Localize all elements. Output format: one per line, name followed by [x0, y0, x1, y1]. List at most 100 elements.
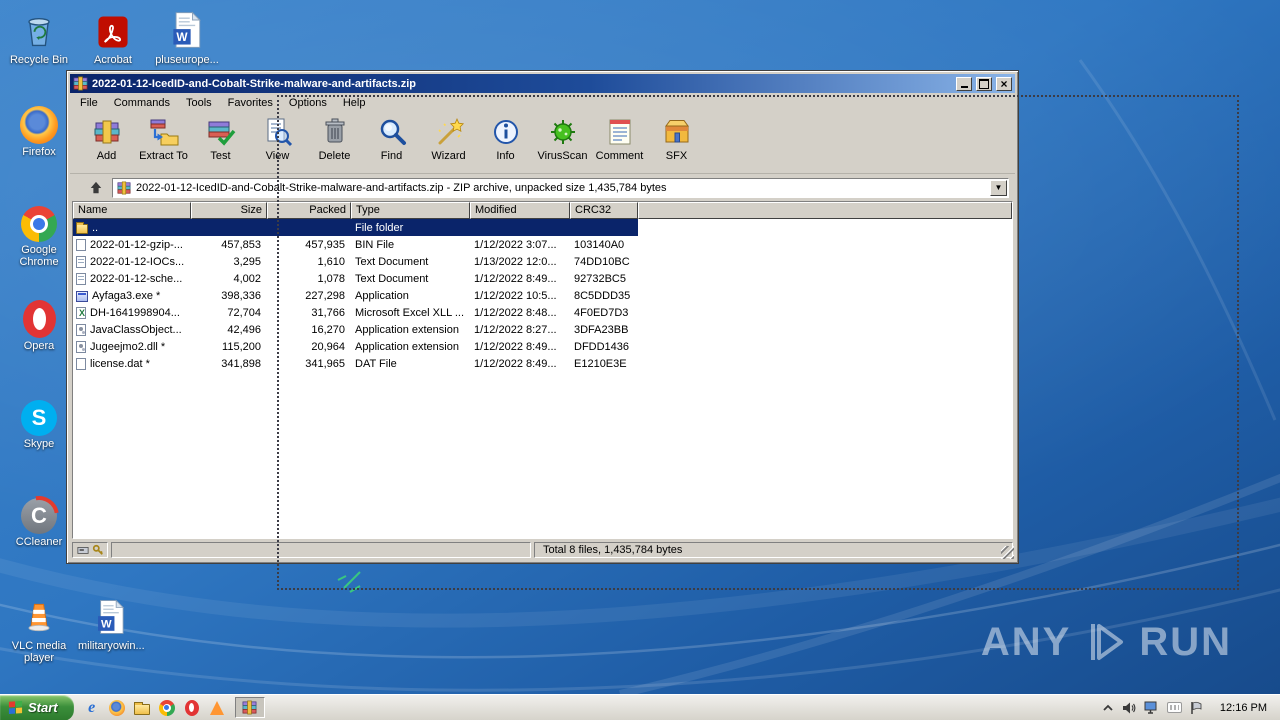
add-archive-icon: [94, 120, 119, 144]
desktop-icon-skype[interactable]: Skype: [6, 390, 72, 450]
desktop-icon-militaryowin[interactable]: W militaryowin...: [78, 592, 145, 652]
file-row[interactable]: 2022-01-12-sche... 4,002 1,078 Text Docu…: [73, 270, 638, 287]
menu-file[interactable]: File: [72, 95, 106, 111]
toolbar-label: SFX: [665, 150, 688, 162]
column-header-size[interactable]: Size: [191, 202, 267, 219]
extract-to-icon: [150, 119, 178, 146]
dat-file-icon: [76, 357, 86, 370]
desktop-icon-ccleaner[interactable]: CCleaner: [6, 488, 72, 548]
menu-tools[interactable]: Tools: [178, 95, 220, 111]
desktop-icon-label: Recycle Bin: [9, 54, 69, 66]
menu-options[interactable]: Options: [281, 95, 335, 111]
folder-quicklaunch-icon[interactable]: [133, 699, 151, 717]
file-name-cell: license.dat *: [73, 357, 191, 370]
internet-explorer-icon[interactable]: e: [83, 699, 101, 717]
file-modified-cell: 1/12/2022 8:27...: [474, 323, 557, 336]
wizard-button[interactable]: Wizard: [420, 115, 477, 162]
notification-flag-icon[interactable]: [1190, 701, 1203, 715]
folder-icon: [76, 221, 88, 234]
file-size-cell: 42,496: [227, 323, 261, 336]
test-button[interactable]: Test: [192, 115, 249, 162]
dll-file-icon: [76, 323, 86, 336]
desktop-icon-recycle-bin[interactable]: Recycle Bin: [6, 6, 72, 66]
up-arrow-icon: [90, 181, 102, 193]
virus-scan-button[interactable]: VirusScan: [534, 115, 591, 162]
column-header-packed[interactable]: Packed: [267, 202, 351, 219]
column-header-name[interactable]: Name: [73, 202, 191, 219]
file-row[interactable]: 2022-01-12-gzip-... 457,853 457,935 BIN …: [73, 236, 638, 253]
file-row[interactable]: JavaClassObject... 42,496 16,270 Applica…: [73, 321, 638, 338]
file-name-cell: ..: [73, 221, 191, 234]
add-button[interactable]: Add: [78, 115, 135, 162]
window-title: 2022-01-12-IcedID-and-Cobalt-Strike-malw…: [92, 77, 416, 90]
chrome-quicklaunch-icon[interactable]: [158, 699, 176, 717]
file-packed-cell: 1,078: [317, 272, 345, 285]
file-row[interactable]: Ayfaga3.exe * 398,336 227,298 Applicatio…: [73, 287, 638, 304]
desktop-icon-label: Skype: [23, 438, 55, 450]
winrar-window: 2022-01-12-IcedID-and-Cobalt-Strike-malw…: [66, 70, 1019, 564]
maximize-button[interactable]: [976, 76, 992, 91]
up-one-level-button[interactable]: [86, 179, 106, 197]
address-bar: 2022-01-12-IcedID-and-Cobalt-Strike-malw…: [70, 174, 1015, 200]
file-row[interactable]: DH-1641998904... 72,704 31,766 Microsoft…: [73, 304, 638, 321]
word-document-icon: W: [154, 6, 220, 52]
file-row[interactable]: 2022-01-12-IOCs... 3,295 1,610 Text Docu…: [73, 253, 638, 270]
info-button[interactable]: Info: [477, 115, 534, 162]
column-header-type[interactable]: Type: [351, 202, 470, 219]
desktop-icon-google-chrome[interactable]: Google Chrome: [6, 196, 72, 268]
menu-bar: File Commands Tools Favorites Options He…: [70, 93, 1015, 112]
dll-file-icon: [76, 340, 86, 353]
menu-help[interactable]: Help: [335, 95, 374, 111]
file-row[interactable]: Jugeejmo2.dll * 115,200 20,964 Applicati…: [73, 338, 638, 355]
taskbar-clock[interactable]: 12:16 PM: [1211, 695, 1276, 720]
title-bar[interactable]: 2022-01-12-IcedID-and-Cobalt-Strike-malw…: [70, 74, 1015, 93]
file-type-cell: Application extension: [355, 323, 459, 336]
minimize-button[interactable]: [956, 76, 972, 91]
toolbar-label: Extract To: [139, 150, 188, 162]
close-button[interactable]: [996, 76, 1012, 91]
file-row-parent-dir[interactable]: .. File folder: [73, 219, 638, 236]
view-button[interactable]: View: [249, 115, 306, 162]
vlc-quicklaunch-icon[interactable]: [208, 699, 226, 717]
desktop-icon-opera[interactable]: Opera: [6, 292, 72, 352]
firefox-icon: [20, 106, 58, 144]
start-button[interactable]: Start: [0, 694, 74, 720]
archive-path-combobox[interactable]: 2022-01-12-IcedID-and-Cobalt-Strike-malw…: [112, 177, 1009, 198]
winrar-app-icon: [73, 76, 88, 91]
sfx-button[interactable]: SFX: [648, 115, 705, 162]
winrar-taskbar-button[interactable]: [234, 697, 265, 718]
keyboard-layout-icon[interactable]: [1166, 702, 1182, 713]
extract-to-button[interactable]: Extract To: [135, 115, 192, 162]
file-name-cell: 2022-01-12-sche...: [73, 272, 191, 285]
file-modified-cell: 1/12/2022 8:49...: [474, 340, 557, 353]
file-name-cell: 2022-01-12-IOCs...: [73, 255, 191, 268]
desktop-icon-pluseurope[interactable]: W pluseurope...: [154, 6, 220, 66]
file-list: Name Size Packed Type Modified CRC32 .. …: [72, 201, 1013, 539]
file-packed-cell: 341,965: [305, 357, 345, 370]
firefox-quicklaunch-icon[interactable]: [108, 699, 126, 717]
find-button[interactable]: Find: [363, 115, 420, 162]
acrobat-icon: [80, 6, 146, 52]
column-header-modified[interactable]: Modified: [470, 202, 570, 219]
vlc-icon: [6, 592, 72, 638]
comment-button[interactable]: Comment: [591, 115, 648, 162]
menu-commands[interactable]: Commands: [106, 95, 178, 111]
opera-quicklaunch-icon[interactable]: [183, 699, 201, 717]
file-packed-cell: 31,766: [311, 306, 345, 319]
desktop-icon-label: Google Chrome: [19, 244, 59, 268]
desktop-icon-acrobat[interactable]: Acrobat: [80, 6, 146, 66]
network-icon[interactable]: [1144, 701, 1159, 715]
combobox-dropdown-arrow[interactable]: ▼: [990, 179, 1007, 196]
resize-grip[interactable]: [1001, 546, 1014, 559]
column-header-crc32[interactable]: CRC32: [570, 202, 638, 219]
svg-text:W: W: [101, 618, 112, 630]
desktop-icon-vlc[interactable]: VLC media player: [6, 592, 72, 664]
file-packed-cell: 1,610: [317, 255, 345, 268]
tray-expand-chevron-icon[interactable]: [1102, 702, 1114, 714]
desktop-icon-firefox[interactable]: Firefox: [6, 98, 72, 158]
winrar-task-icon: [242, 700, 257, 715]
menu-favorites[interactable]: Favorites: [220, 95, 281, 111]
volume-icon[interactable]: [1122, 701, 1136, 715]
file-row[interactable]: license.dat * 341,898 341,965 DAT File 1…: [73, 355, 638, 372]
delete-button[interactable]: Delete: [306, 115, 363, 162]
